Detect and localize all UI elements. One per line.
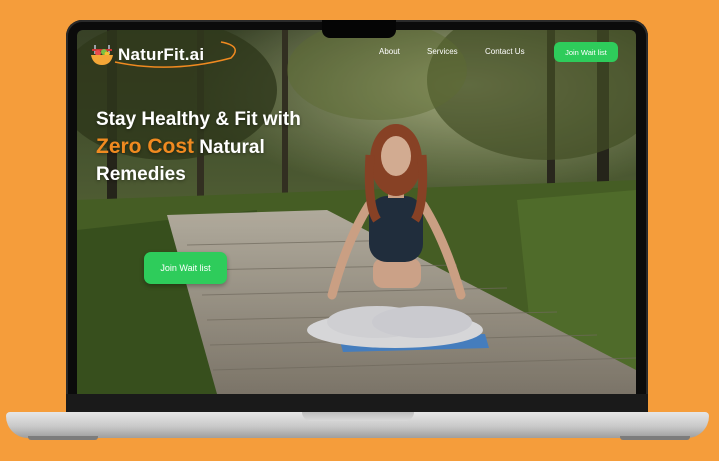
screen-bottom-bezel: [66, 394, 648, 412]
laptop-foot-left: [28, 436, 98, 440]
hero-line-3: Remedies: [96, 164, 186, 185]
laptop-foot-right: [620, 436, 690, 440]
hero-background-photo: [77, 30, 636, 394]
hero-line-2-rest: Natural: [194, 137, 265, 158]
nav-link-contact-us[interactable]: Contact Us: [485, 47, 525, 56]
camera-notch: [322, 20, 396, 38]
logo-swoosh-decoration: [114, 41, 236, 68]
website-screen: NaturFit.ai About Services Contact Us Jo…: [77, 30, 636, 394]
laptop-opening-notch: [302, 412, 414, 421]
hero-accent-text: Zero Cost: [96, 135, 195, 158]
nav-link-services[interactable]: Services: [427, 47, 458, 56]
brand-logo[interactable]: NaturFit.ai: [89, 41, 236, 69]
nav-link-about[interactable]: About: [379, 47, 400, 56]
hero-line-2: Zero Cost Natural: [96, 133, 301, 161]
hero-headline: Stay Healthy & Fit with Zero Cost Natura…: [96, 106, 301, 188]
nav-join-waitlist-button[interactable]: Join Wait list: [554, 42, 618, 62]
hero-line-1: Stay Healthy & Fit with: [96, 109, 301, 130]
hero-join-waitlist-button[interactable]: Join Wait list: [144, 252, 227, 284]
